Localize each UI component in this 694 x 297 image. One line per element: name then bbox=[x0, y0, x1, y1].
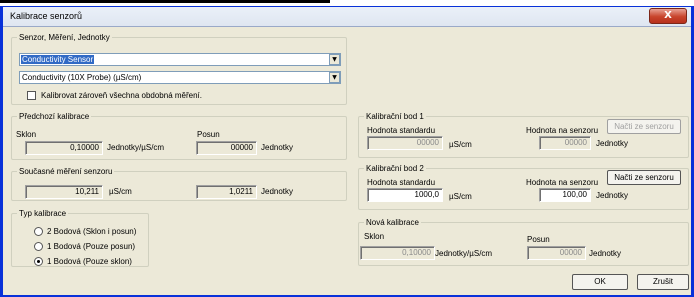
title-bar: Kalibrace senzorů X bbox=[3, 7, 691, 27]
calibration-dialog: Kalibrace senzorů X Senzor, Měření, Jedn… bbox=[0, 6, 694, 297]
cal-point-1-legend: Kalibrační bod 1 bbox=[366, 112, 424, 121]
cal-point-2-legend: Kalibrační bod 2 bbox=[366, 164, 424, 173]
cancel-button[interactable]: Zrušit bbox=[637, 274, 689, 290]
cp2-sensor-unit: Jednotky bbox=[596, 191, 629, 200]
radio-two-point-label: 2 Bodová (Sklon i posun) bbox=[47, 227, 137, 236]
current-sensor-field: 1,0211 bbox=[196, 185, 257, 199]
cp1-standard-field[interactable]: 00000 bbox=[367, 136, 443, 150]
sensor-select-value: Conductivity Sensor bbox=[21, 55, 95, 64]
chevron-down-icon[interactable]: ▼ bbox=[329, 72, 340, 83]
radio-one-point-offset[interactable] bbox=[34, 242, 43, 251]
cp2-standard-unit: µS/cm bbox=[449, 192, 472, 201]
previous-calibration-legend: Předchozí kalibrace bbox=[19, 112, 90, 121]
cp1-standard-label: Hodnota standardu bbox=[367, 126, 436, 135]
calibration-type-legend: Typ kalibrace bbox=[19, 209, 67, 218]
cp2-standard-label: Hodnota standardu bbox=[367, 178, 436, 187]
chevron-down-icon[interactable]: ▼ bbox=[329, 54, 340, 65]
dialog-client: Senzor, Měření, Jednotky Conductivity Se… bbox=[3, 28, 691, 295]
ok-button[interactable]: OK bbox=[572, 274, 628, 290]
new-offset-field: 00000 bbox=[527, 246, 586, 260]
cp1-sensor-unit: Jednotky bbox=[596, 139, 629, 148]
prev-slope-unit: Jednotky/µS/cm bbox=[107, 143, 165, 152]
cp2-standard-field[interactable]: 1000,0 bbox=[367, 188, 443, 202]
current-measurement-legend: Současné měření senzoru bbox=[19, 167, 113, 176]
new-slope-label: Sklon bbox=[364, 232, 385, 241]
close-icon: X bbox=[664, 10, 672, 21]
background-bar bbox=[0, 0, 330, 3]
cp2-sensor-label: Hodnota na senzoru bbox=[526, 178, 599, 187]
new-slope-unit: Jednotky/µS/cm bbox=[435, 249, 493, 258]
prev-offset-unit: Jednotky bbox=[261, 143, 294, 152]
calibrate-all-checkbox[interactable] bbox=[27, 91, 36, 100]
cp1-sensor-label: Hodnota na senzoru bbox=[526, 126, 599, 135]
radio-two-point[interactable] bbox=[34, 227, 43, 236]
cp1-sensor-field[interactable]: 00000 bbox=[539, 136, 591, 150]
prev-slope-field: 0,10000 bbox=[25, 141, 103, 155]
new-calibration-legend: Nová kalibrace bbox=[366, 218, 419, 227]
measurement-select[interactable]: Conductivity (10X Probe) (µS/cm) ▼ bbox=[19, 71, 341, 84]
current-sensor-unit: Jednotky bbox=[261, 187, 294, 196]
radio-one-point-offset-label: 1 Bodová (Pouze posun) bbox=[47, 242, 136, 251]
radio-one-point-slope[interactable] bbox=[34, 257, 43, 266]
cp2-read-button[interactable]: Načti ze senzoru bbox=[607, 170, 681, 185]
radio-one-point-slope-label: 1 Bodová (Pouze sklon) bbox=[47, 257, 132, 266]
cp1-standard-unit: µS/cm bbox=[449, 140, 472, 149]
cp1-read-button[interactable]: Načti ze senzoru bbox=[607, 119, 681, 134]
sensor-group-legend: Senzor, Měření, Jednotky bbox=[19, 33, 110, 42]
prev-offset-label: Posun bbox=[197, 130, 220, 139]
sensor-select[interactable]: Conductivity Sensor ▼ bbox=[19, 53, 341, 66]
prev-slope-label: Sklon bbox=[16, 130, 37, 139]
new-offset-unit: Jednotky bbox=[589, 249, 622, 258]
measurement-select-value: Conductivity (10X Probe) (µS/cm) bbox=[22, 73, 142, 82]
prev-offset-field: 00000 bbox=[196, 141, 257, 155]
current-value-unit: µS/cm bbox=[109, 187, 132, 196]
new-offset-label: Posun bbox=[527, 235, 550, 244]
window-title: Kalibrace senzorů bbox=[10, 11, 83, 21]
calibrate-all-label: Kalibrovat zároveň všechna obdobná měřen… bbox=[41, 91, 202, 100]
new-slope-field: 0,10000 bbox=[360, 246, 435, 260]
close-button[interactable]: X bbox=[649, 8, 687, 24]
current-value-field: 10,211 bbox=[25, 185, 103, 199]
cp2-sensor-field[interactable]: 100,00 bbox=[539, 188, 591, 202]
